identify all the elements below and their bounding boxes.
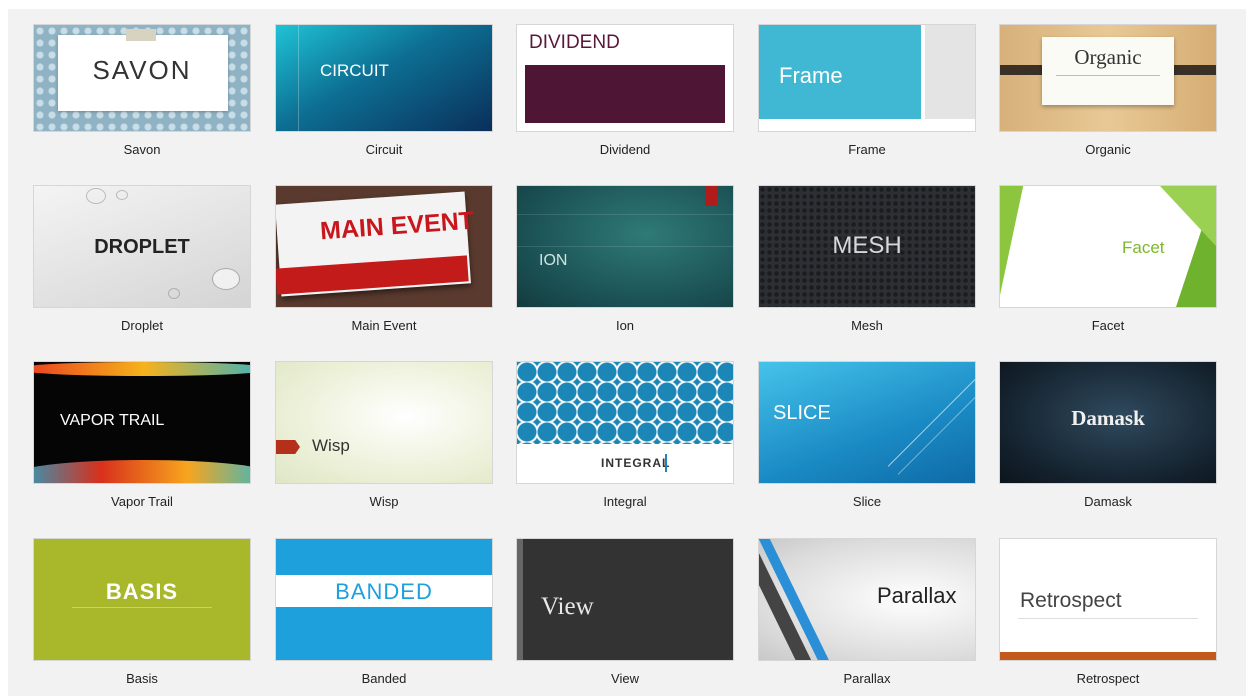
theme-preview-title: Retrospect	[1020, 589, 1122, 612]
theme-name: Savon	[123, 142, 161, 157]
theme-preview-title: Wisp	[312, 436, 350, 455]
theme-thumbnail: VAPOR TRAIL	[33, 361, 251, 484]
theme-preview-title: Facet	[1122, 238, 1165, 257]
theme-main-event[interactable]: MAIN EVENT Main Event	[275, 185, 493, 333]
theme-thumbnail: Parallax	[758, 538, 976, 661]
theme-name: Integral	[603, 494, 647, 509]
theme-name: View	[611, 671, 639, 686]
theme-thumbnail: INTEGRAL	[516, 361, 734, 484]
theme-name: Main Event	[351, 318, 417, 333]
theme-preview-title: INTEGRAL	[601, 456, 671, 470]
theme-thumbnail: BANDED	[275, 538, 493, 661]
theme-thumbnail: View	[516, 538, 734, 661]
theme-name: Retrospect	[1076, 671, 1140, 686]
theme-name: Banded	[361, 671, 407, 686]
theme-name: Dividend	[599, 142, 651, 157]
theme-thumbnail: SLICE	[758, 361, 976, 484]
theme-thumbnail: ION	[516, 185, 734, 308]
theme-name: Parallax	[843, 671, 891, 686]
theme-name: Mesh	[851, 318, 883, 333]
theme-preview-title: ION	[539, 252, 568, 269]
theme-dividend[interactable]: DIVIDEND Dividend	[516, 24, 734, 157]
theme-mesh[interactable]: MESH Mesh	[758, 185, 976, 333]
theme-retrospect[interactable]: Retrospect Retrospect	[999, 538, 1217, 686]
theme-preview-title: DROPLET	[94, 236, 190, 258]
theme-slice[interactable]: SLICE Slice	[758, 361, 976, 509]
theme-thumbnail: MAIN EVENT	[275, 185, 493, 308]
theme-preview-title: Frame	[779, 63, 843, 88]
theme-thumbnail: CIRCUIT	[275, 24, 493, 132]
theme-thumbnail: SAVON	[33, 24, 251, 132]
theme-thumbnail: Organic	[999, 24, 1217, 132]
theme-circuit[interactable]: CIRCUIT Circuit	[275, 24, 493, 157]
theme-preview-title: BASIS	[105, 579, 179, 604]
theme-view[interactable]: View View	[516, 538, 734, 686]
theme-name: Frame	[848, 142, 886, 157]
theme-facet[interactable]: Facet Facet	[999, 185, 1217, 333]
theme-thumbnail: DIVIDEND	[516, 24, 734, 132]
theme-preview-title: VAPOR TRAIL	[60, 412, 165, 429]
theme-name: Wisp	[369, 494, 399, 509]
theme-banded[interactable]: BANDED Banded	[275, 538, 493, 686]
theme-thumbnail: Damask	[999, 361, 1217, 484]
theme-damask[interactable]: Damask Damask	[999, 361, 1217, 509]
theme-integral[interactable]: INTEGRAL Integral	[516, 361, 734, 509]
theme-name: Facet	[1091, 318, 1125, 333]
theme-preview-title: BANDED	[335, 579, 433, 604]
theme-wisp[interactable]: Wisp Wisp	[275, 361, 493, 509]
theme-thumbnail: Facet	[999, 185, 1217, 308]
theme-frame[interactable]: Frame Frame	[758, 24, 976, 157]
theme-droplet[interactable]: DROPLET Droplet	[33, 185, 251, 333]
theme-preview-title: Organic	[1074, 45, 1142, 69]
theme-basis[interactable]: BASIS Basis	[33, 538, 251, 686]
theme-thumbnail: MESH	[758, 185, 976, 308]
theme-name: Basis	[126, 671, 158, 686]
theme-name: Damask	[1084, 494, 1132, 509]
theme-name: Ion	[615, 318, 635, 333]
theme-vapor-trail[interactable]: VAPOR TRAIL Vapor Trail	[33, 361, 251, 509]
theme-preview-title: SLICE	[773, 402, 831, 424]
theme-ion[interactable]: ION Ion	[516, 185, 734, 333]
theme-name: Organic	[1085, 142, 1131, 157]
theme-thumbnail: Retrospect	[999, 538, 1217, 661]
theme-thumbnail: Frame	[758, 24, 976, 132]
theme-parallax[interactable]: Parallax Parallax	[758, 538, 976, 686]
theme-preview-title: MESH	[832, 232, 902, 259]
theme-preview-title: SAVON	[92, 55, 192, 85]
theme-thumbnail: BASIS	[33, 538, 251, 661]
theme-gallery: SAVON Savon CIRCUIT Circuit DIVIDEND Div…	[8, 9, 1246, 696]
theme-organic[interactable]: Organic Organic	[999, 24, 1217, 157]
theme-preview-title: Damask	[1071, 406, 1145, 430]
theme-preview-title: View	[541, 593, 594, 620]
theme-preview-title: Parallax	[877, 583, 957, 608]
theme-name: Vapor Trail	[111, 494, 173, 509]
theme-name: Droplet	[121, 318, 163, 333]
theme-savon[interactable]: SAVON Savon	[33, 24, 251, 157]
theme-thumbnail: Wisp	[275, 361, 493, 484]
theme-thumbnail: DROPLET	[33, 185, 251, 308]
theme-name: Circuit	[365, 142, 403, 157]
theme-preview-title: CIRCUIT	[320, 61, 389, 80]
theme-preview-title: DIVIDEND	[529, 32, 620, 53]
theme-name: Slice	[852, 494, 882, 509]
